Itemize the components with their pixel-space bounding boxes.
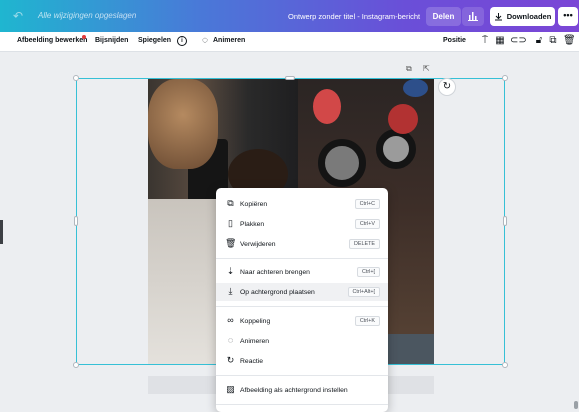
bar-chart-icon	[468, 12, 478, 21]
shortcut-badge: DELETE	[349, 239, 380, 249]
set-background-icon: ▨	[226, 384, 235, 394]
resize-handle[interactable]	[502, 362, 508, 368]
shortcut-badge: Ctrl+K	[354, 316, 380, 326]
copy-icon: ⧉	[227, 198, 234, 208]
menu-item-label: Kopiëren	[240, 200, 268, 208]
rotate-icon[interactable]: ↻	[438, 78, 456, 96]
link-icon: ∞	[227, 315, 234, 325]
document-title[interactable]: Ontwerp zonder titel - Instagram-bericht	[288, 12, 420, 21]
undo-icon[interactable]: ↶	[13, 9, 27, 23]
menu-item-label: Koppeling	[240, 317, 271, 325]
menu-item-label: Verwijderen	[240, 240, 276, 248]
menu-item-animate[interactable]: ◌ Animeren	[216, 332, 388, 350]
share-button[interactable]: Delen	[426, 7, 461, 26]
resize-handle[interactable]	[503, 216, 507, 226]
insights-button[interactable]	[462, 7, 484, 26]
crop-button[interactable]: Bijsnijden	[95, 37, 128, 44]
menu-divider	[216, 306, 388, 307]
download-button[interactable]: Downloaden	[490, 7, 555, 26]
trash-icon: 🗑︎	[225, 238, 237, 248]
resize-handle[interactable]	[73, 75, 79, 81]
menu-item-send-backward[interactable]: ⇣ Naar achteren brengen Ctrl+[	[216, 263, 388, 281]
shortcut-badge: Ctrl+Alt+[	[347, 287, 380, 297]
trash-icon[interactable]: 🗑︎	[563, 35, 576, 47]
transparency-icon[interactable]: ▦	[494, 35, 506, 47]
download-label: Downloaden	[506, 12, 552, 21]
paste-icon: ▯	[228, 218, 233, 228]
menu-item-comment[interactable]: ↻ Reactie	[216, 352, 388, 370]
download-icon	[494, 13, 502, 21]
scrollbar[interactable]	[574, 401, 578, 409]
menu-divider	[216, 258, 388, 259]
info-icon[interactable]: i	[177, 36, 187, 46]
duplicate-icon[interactable]: ⧉	[547, 35, 559, 47]
comment-icon: ↻	[226, 355, 235, 365]
menu-item-label: Reactie	[240, 357, 264, 365]
lock-icon[interactable]: 🔓︎	[533, 35, 545, 47]
more-options-button[interactable]: •••	[558, 7, 578, 26]
shortcut-badge: Ctrl+[	[356, 267, 380, 277]
menu-item-label: Plakken	[240, 220, 265, 228]
side-panel-handle[interactable]	[0, 220, 3, 244]
position-button[interactable]: Positie	[443, 37, 466, 44]
menu-item-label: Animeren	[240, 337, 270, 345]
menu-item-link[interactable]: ∞ Koppeling Ctrl+K	[216, 312, 388, 330]
send-backward-icon: ⇣	[226, 266, 235, 276]
paint-roller-icon[interactable]: ⍑	[479, 35, 491, 47]
resize-handle[interactable]	[285, 76, 295, 80]
shortcut-badge: Ctrl+V	[354, 219, 380, 229]
menu-item-label: Naar achteren brengen	[240, 268, 310, 276]
menu-divider	[216, 375, 388, 376]
resize-handle[interactable]	[502, 75, 508, 81]
menu-item-copy[interactable]: ⧉ Kopiëren Ctrl+C	[216, 195, 388, 213]
animate-icon[interactable]: ◌	[199, 35, 211, 47]
edit-image-button[interactable]: Afbeelding bewerken	[17, 37, 87, 44]
flip-button[interactable]: Spiegelen	[138, 37, 171, 44]
send-to-back-icon: ⤓	[228, 286, 233, 296]
menu-item-set-background[interactable]: ▨ Afbeelding als achtergrond instellen	[216, 381, 388, 399]
context-toolbar: Afbeelding bewerken Bijsnijden Spiegelen…	[0, 32, 579, 52]
resize-handle[interactable]	[73, 362, 79, 368]
menu-divider	[216, 404, 388, 405]
save-status: Alle wijzigingen opgeslagen	[38, 11, 137, 20]
menu-item-send-to-back[interactable]: ⤓ Op achtergrond plaatsen Ctrl+Alt+[	[216, 283, 388, 301]
link-icon[interactable]: ⊂⊃	[510, 35, 527, 47]
animate-icon: ◌	[227, 335, 234, 345]
context-menu: ⧉ Kopiëren Ctrl+C ▯ Plakken Ctrl+V 🗑︎ Ve…	[216, 188, 388, 412]
resize-handle[interactable]	[74, 216, 78, 226]
notification-dot	[82, 35, 86, 39]
duplicate-page-icon[interactable]: ⧉	[406, 64, 412, 74]
menu-item-delete[interactable]: 🗑︎ Verwijderen DELETE	[216, 235, 388, 253]
menu-item-paste[interactable]: ▯ Plakken Ctrl+V	[216, 215, 388, 233]
top-bar: ↶ Alle wijzigingen opgeslagen Ontwerp zo…	[0, 0, 579, 32]
menu-item-label: Op achtergrond plaatsen	[240, 288, 315, 296]
animate-button[interactable]: Animeren	[213, 37, 245, 44]
add-page-icon[interactable]: ⇱	[423, 64, 430, 73]
menu-item-label: Afbeelding als achtergrond instellen	[240, 386, 348, 394]
shortcut-badge: Ctrl+C	[354, 199, 380, 209]
